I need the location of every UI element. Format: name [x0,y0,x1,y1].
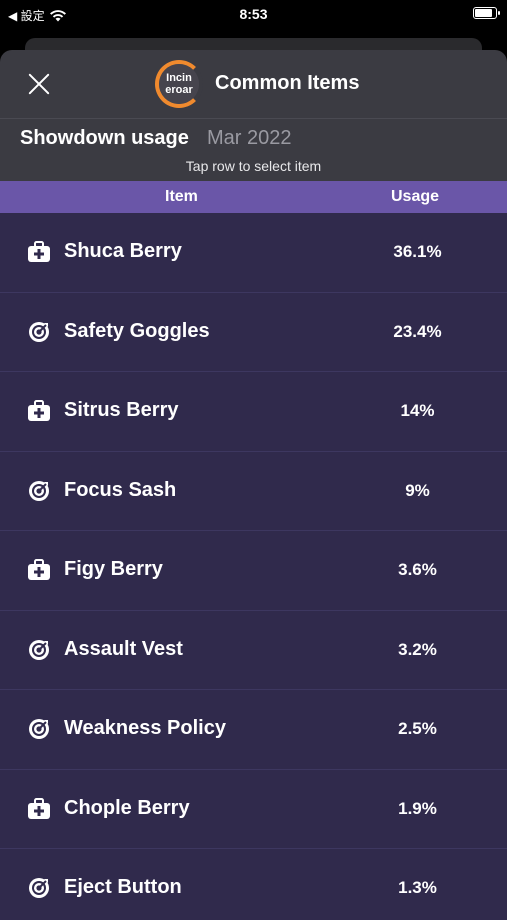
item-name: Figy Berry [64,558,163,580]
medkit-icon [27,797,51,820]
item-row[interactable]: Weakness Policy 2.5% [0,690,507,770]
item-name: Safety Goggles [64,319,210,342]
item-usage: 2.5% [398,719,437,738]
target-icon [27,321,51,343]
sheet-header: Incin eroar Common Items [0,50,507,119]
item-usage: 23.4% [393,321,442,341]
item-row[interactable]: Shuca Berry 36.1% [0,213,507,293]
item-name: Weakness Policy [64,717,226,739]
medkit-icon [27,559,51,581]
target-icon [27,877,51,899]
column-usage: Usage [391,188,440,205]
item-row[interactable]: Eject Button 1.3% [0,849,507,920]
item-row[interactable]: Focus Sash 9% [0,452,507,531]
subheader: Showdown usage Mar 2022 Tap row to selec… [0,119,507,181]
item-usage: 3.6% [398,560,437,579]
item-row[interactable]: Safety Goggles 23.4% [0,293,507,372]
clock: 8:53 [239,6,268,22]
table-header: Item Usage [0,181,507,213]
column-item: Item [165,188,198,205]
item-row[interactable]: Assault Vest 3.2% [0,611,507,690]
item-name: Shuca Berry [64,240,182,262]
item-usage: 1.9% [398,798,437,818]
item-usage: 3.2% [398,639,437,659]
close-icon[interactable] [22,68,56,102]
item-list: Shuca Berry 36.1% Safety Goggles 23.4% S… [0,213,507,920]
pokemon-avatar: Incin eroar [155,60,203,108]
item-name: Chople Berry [64,796,190,819]
status-bar: ◀ 設定 8:53 [0,0,507,30]
hint-text: Tap row to select item [185,158,322,174]
item-usage: 9% [405,480,430,500]
date-label: Mar 2022 [207,127,292,149]
target-icon [27,480,51,502]
item-name: Focus Sash [64,478,177,501]
common-items-sheet: Incin eroar Common Items Showdown usage … [0,50,507,920]
item-row[interactable]: Figy Berry 3.6% [0,531,507,611]
avatar-text: Incin eroar [159,64,199,104]
item-row[interactable]: Sitrus Berry 14% [0,372,507,452]
item-name: Eject Button [64,876,182,898]
item-usage: 1.3% [398,878,437,897]
page-title: Common Items [215,72,360,94]
item-name: Assault Vest [64,637,183,660]
target-icon [27,718,51,740]
item-usage: 36.1% [393,242,442,261]
item-usage: 14% [400,401,435,420]
format-label: Showdown usage [20,127,189,149]
battery-icon [473,7,500,19]
medkit-icon [27,400,51,422]
target-icon [27,639,51,661]
medkit-icon [27,241,51,263]
item-row[interactable]: Chople Berry 1.9% [0,770,507,849]
item-name: Sitrus Berry [64,399,179,421]
